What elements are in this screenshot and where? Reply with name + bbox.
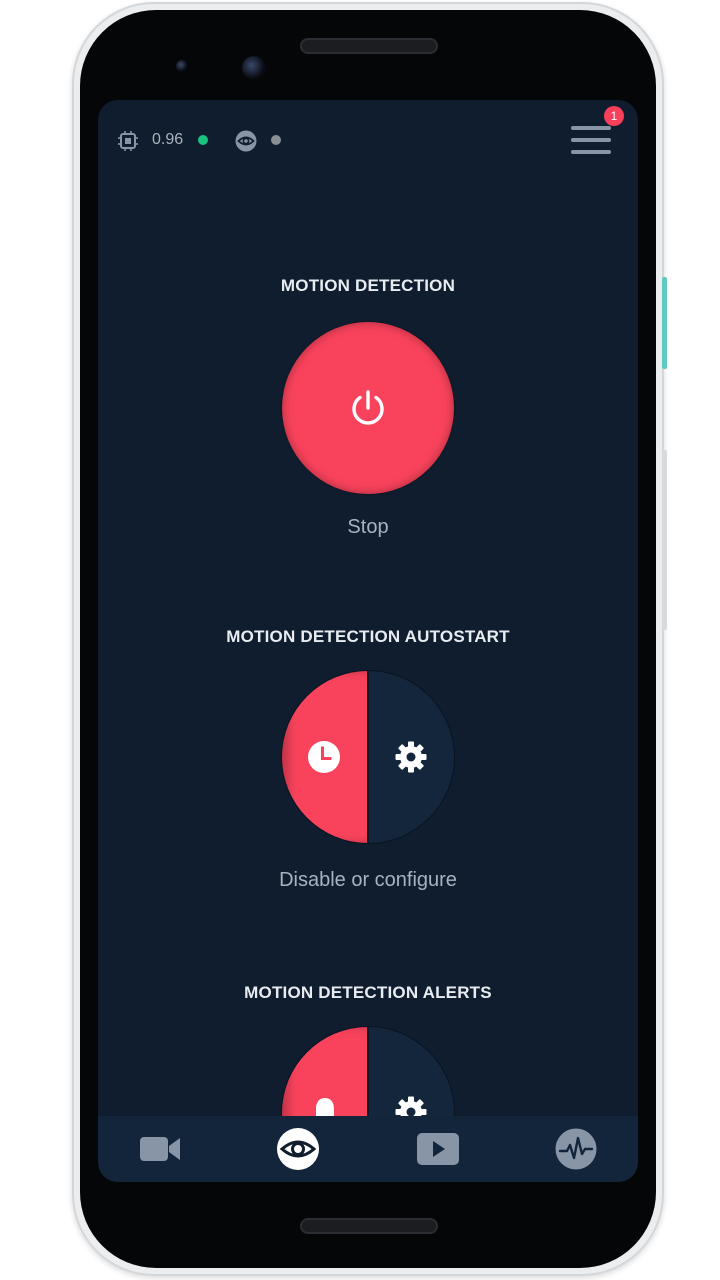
tab-activity[interactable] <box>536 1116 616 1182</box>
video-camera-icon <box>139 1135 181 1163</box>
clock-icon <box>307 740 341 779</box>
earpiece-speaker <box>300 38 438 54</box>
bottom-tab-bar <box>98 1116 638 1182</box>
gear-icon <box>394 740 428 779</box>
eye-icon <box>276 1127 320 1171</box>
autostart-title: MOTION DETECTION AUTOSTART <box>226 627 510 646</box>
detection-status-dot <box>271 135 281 145</box>
side-button-highlight <box>662 277 667 369</box>
autostart-caption: Disable or configure <box>279 869 457 891</box>
eye-icon <box>235 130 257 152</box>
tab-motion[interactable] <box>258 1116 338 1182</box>
play-icon <box>417 1133 459 1165</box>
motion-detection-title: MOTION DETECTION <box>280 276 456 295</box>
notification-badge: 1 <box>604 106 624 126</box>
autostart-settings-button[interactable] <box>368 671 454 843</box>
app-screen: 0.96 1 MOTION DETECTION Stop MOTION DETE… <box>98 100 638 1182</box>
menu-line-middle <box>571 138 611 142</box>
bottom-speaker <box>300 1218 438 1234</box>
status-bar: 0.96 1 <box>98 100 638 180</box>
cpu-load-value: 0.96 <box>152 131 184 148</box>
alerts-title: MOTION DETECTION ALERTS <box>244 983 492 1002</box>
front-camera-large <box>242 56 266 80</box>
power-icon <box>348 388 388 428</box>
hamburger-menu-icon <box>571 126 611 130</box>
motion-detection-toggle-button[interactable] <box>282 322 454 494</box>
split-divider <box>367 671 369 843</box>
pulse-icon <box>555 1128 597 1170</box>
menu-button[interactable] <box>570 124 614 158</box>
cpu-status-dot <box>198 135 208 145</box>
front-camera-small <box>176 60 188 72</box>
side-button <box>662 450 667 630</box>
motion-detection-caption: Stop <box>347 516 389 538</box>
cpu-chip-icon <box>117 130 139 152</box>
autostart-control <box>282 671 454 843</box>
menu-line-bottom <box>571 150 611 154</box>
tab-camera[interactable] <box>120 1116 200 1182</box>
tab-recordings[interactable] <box>398 1116 478 1182</box>
autostart-toggle-button[interactable] <box>282 671 368 843</box>
